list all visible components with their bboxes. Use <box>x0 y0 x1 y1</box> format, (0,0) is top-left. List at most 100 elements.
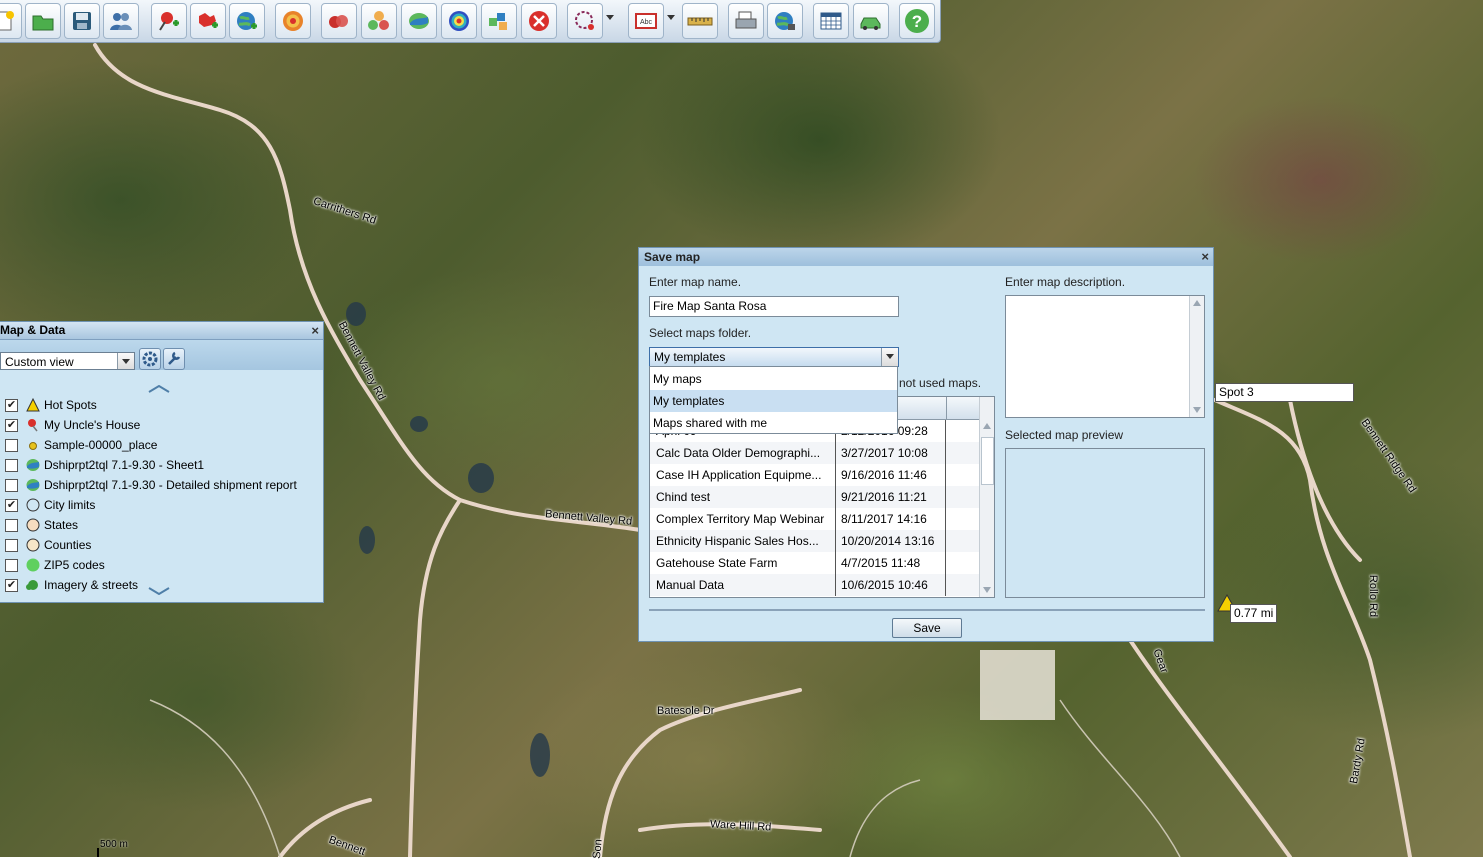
tools-button[interactable] <box>163 348 185 370</box>
layer-label: Sample-00000_place <box>44 438 158 452</box>
cluster-map-button[interactable] <box>361 3 397 39</box>
layer-row[interactable]: Dshiprpt2tql 7.1-9.30 - Sheet1 <box>0 455 320 475</box>
layer-checkbox[interactable] <box>5 479 18 492</box>
help-button[interactable]: ? <box>899 3 935 39</box>
heatmap-button[interactable] <box>441 3 477 39</box>
layer-label: Dshiprpt2tql 7.1-9.30 - Detailed shipmen… <box>44 478 297 492</box>
layer-row[interactable]: Dshiprpt2tql 7.1-9.30 - Detailed shipmen… <box>0 475 320 495</box>
clear-button[interactable] <box>521 3 557 39</box>
add-territory-icon <box>199 13 218 28</box>
measure-button[interactable] <box>682 3 718 39</box>
layer-checkbox[interactable] <box>5 559 18 572</box>
table-row[interactable]: Complex Territory Map Webinar 8/11/2017 1… <box>650 508 982 530</box>
add-territory-button[interactable] <box>190 3 226 39</box>
layer-checkbox[interactable] <box>5 519 18 532</box>
table-row[interactable]: Calc Data Older Demographi... 3/27/2017 1… <box>650 442 982 464</box>
new-map-button[interactable] <box>0 3 22 39</box>
layer-row[interactable]: ZIP5 codes <box>0 555 320 575</box>
lasso-select-button[interactable] <box>567 3 603 39</box>
circle-outline-icon <box>26 518 40 532</box>
shape-map-button[interactable] <box>401 3 437 39</box>
table-row[interactable]: Chind test 9/21/2016 11:21 <box>650 486 982 508</box>
svg-text:?: ? <box>912 12 922 31</box>
text-dropdown-arrow[interactable] <box>667 15 675 20</box>
new-icon <box>0 11 14 31</box>
folder-select[interactable]: My templates <box>649 347 899 367</box>
dot-icon <box>29 442 37 450</box>
layer-label: My Uncle's House <box>44 418 141 432</box>
cluster-icon <box>368 11 389 30</box>
layer-checkbox[interactable]: ✔ <box>5 399 18 412</box>
layer-row[interactable]: ✔ City limits <box>0 495 320 515</box>
layer-row[interactable]: ✔ Hot Spots <box>0 395 320 415</box>
help-icon: ? <box>905 9 929 33</box>
scroll-down-icon[interactable] <box>1193 407 1201 413</box>
settings-button[interactable] <box>139 348 161 370</box>
distance-label: 0.77 mi <box>1230 604 1278 623</box>
layer-row[interactable]: ✔ My Uncle's House <box>0 415 320 435</box>
save-button[interactable]: Save <box>892 618 962 638</box>
open-map-button[interactable] <box>25 3 61 39</box>
lasso-icon <box>575 11 594 30</box>
target-icon <box>283 11 303 31</box>
description-scrollbar[interactable] <box>1189 296 1204 417</box>
save-map-button[interactable] <box>64 3 100 39</box>
folder-option-shared[interactable]: Maps shared with me <box>650 412 897 434</box>
pushpin-icon <box>28 419 38 432</box>
dialog-close-icon[interactable]: × <box>1201 248 1209 266</box>
radius-button[interactable] <box>275 3 311 39</box>
map-name-cell: Calc Data Older Demographi... <box>650 442 836 464</box>
table-row[interactable]: Ethnicity Hispanic Sales Hos... 10/20/201… <box>650 530 982 552</box>
table-row[interactable]: Manual Data 10/6/2015 10:46 <box>650 574 982 596</box>
scroll-up-chevron-icon[interactable] <box>148 385 170 393</box>
dialog-titlebar[interactable]: Save map × <box>639 248 1213 266</box>
clear-icon <box>529 11 549 31</box>
save-map-dialog: Save map × Enter map name. Fire Map Sant… <box>638 247 1214 642</box>
panel-close-icon[interactable]: × <box>311 322 319 339</box>
layer-row[interactable]: Sample-00000_place <box>0 435 320 455</box>
layer-row[interactable]: Counties <box>0 535 320 555</box>
layer-checkbox[interactable]: ✔ <box>5 419 18 432</box>
table-row[interactable]: Gatehouse State Farm 4/7/2015 11:48 <box>650 552 982 574</box>
scroll-down-icon[interactable] <box>983 587 991 593</box>
heatmap-icon <box>449 11 469 31</box>
bubble-icon <box>329 15 348 28</box>
map-name-cell: Gatehouse State Farm <box>650 552 836 574</box>
layer-checkbox[interactable]: ✔ <box>5 499 18 512</box>
layer-checkbox[interactable] <box>5 539 18 552</box>
publish-button[interactable] <box>767 3 803 39</box>
divider <box>649 609 1205 611</box>
add-layer-button[interactable] <box>229 3 265 39</box>
folder-option-my-maps[interactable]: My maps <box>650 368 897 390</box>
print-button[interactable] <box>728 3 764 39</box>
folder-option-my-templates[interactable]: My templates <box>650 390 897 412</box>
view-select[interactable]: Custom view <box>0 352 135 370</box>
layer-checkbox[interactable]: ✔ <box>5 579 18 592</box>
map-name-input[interactable]: Fire Map Santa Rosa <box>649 296 899 317</box>
layer-row[interactable]: States <box>0 515 320 535</box>
view-select-value: Custom view <box>5 355 74 369</box>
scroll-down-chevron-icon[interactable] <box>148 587 170 595</box>
chevron-down-icon[interactable] <box>881 348 898 366</box>
map-description-textarea[interactable] <box>1005 295 1205 418</box>
main-toolbar: Abc ? <box>0 0 941 43</box>
layer-checkbox[interactable] <box>5 439 18 452</box>
chevron-down-icon[interactable] <box>117 353 134 369</box>
table-row[interactable]: Case IH Application Equipme... 9/16/2016 … <box>650 464 982 486</box>
plugins-button[interactable] <box>481 3 517 39</box>
add-pushpin-button[interactable] <box>151 3 187 39</box>
add-text-button[interactable]: Abc <box>628 3 664 39</box>
lasso-dropdown-arrow[interactable] <box>606 15 614 20</box>
map-name-cell: Chind test <box>650 486 836 508</box>
share-users-button[interactable] <box>103 3 139 39</box>
layer-checkbox[interactable] <box>5 459 18 472</box>
circle-outline-icon <box>26 498 40 512</box>
bubble-map-button[interactable] <box>321 3 357 39</box>
maps-table-scrollbar[interactable] <box>979 397 994 597</box>
route-button[interactable] <box>853 3 889 39</box>
panel-titlebar[interactable]: Map & Data × <box>0 322 323 340</box>
scroll-up-icon[interactable] <box>1193 300 1201 306</box>
scrollbar-thumb[interactable] <box>981 437 994 485</box>
scroll-up-icon[interactable] <box>983 423 991 429</box>
data-grid-button[interactable] <box>813 3 849 39</box>
